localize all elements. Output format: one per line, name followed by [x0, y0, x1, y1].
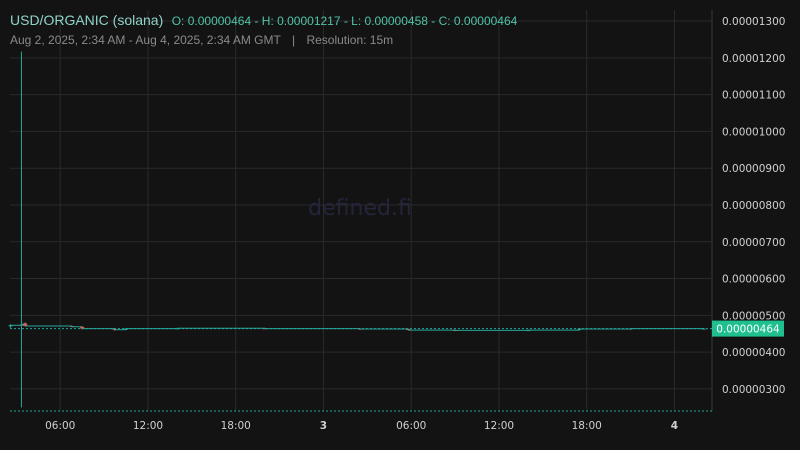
price-chart[interactable]: defined.fi 0.00001300 0.00001200 0.0000110… [0, 0, 800, 450]
resolution: Resolution: 15m [306, 33, 394, 47]
x-axis: 06:00 12:00 18:00 3 06:00 12:00 18:00 4 [45, 420, 678, 432]
last-price-label: 0.00000464 [716, 324, 780, 336]
date-range: Aug 2, 2025, 2:34 AM - Aug 4, 2025, 2:34… [10, 33, 281, 47]
chart-subheader: Aug 2, 2025, 2:34 AM - Aug 4, 2025, 2:34… [10, 33, 393, 47]
watermark: defined.fi [308, 196, 412, 221]
candles [8, 51, 706, 408]
x-tick-label: 4 [671, 420, 678, 432]
x-tick-label: 18:00 [572, 420, 602, 432]
x-tick-label: 06:00 [396, 420, 426, 432]
y-axis: 0.00001300 0.00001200 0.00001100 0.00001000… [722, 16, 785, 396]
x-tick-label: 18:00 [221, 420, 251, 432]
y-tick-label: 0.00000400 [722, 347, 785, 359]
x-tick-label: 12:00 [133, 420, 163, 432]
y-tick-label: 0.00000500 [722, 310, 785, 322]
y-tick-label: 0.00000600 [722, 274, 785, 286]
y-tick-label: 0.00001100 [722, 90, 785, 102]
separator: | [291, 33, 296, 47]
y-tick-label: 0.00001000 [722, 126, 785, 138]
ohlc-readout: O: 0.00000464 - H: 0.00001217 - L: 0.000… [171, 14, 518, 28]
x-tick-label: 06:00 [45, 420, 75, 432]
chart-header: USD/ORGANIC (solana) O: 0.00000464 - H: … [10, 12, 517, 30]
y-tick-label: 0.00000800 [722, 200, 785, 212]
x-tick-label: 3 [320, 420, 327, 432]
y-tick-label: 0.00000700 [722, 237, 785, 249]
y-tick-label: 0.00000900 [722, 163, 785, 175]
y-tick-label: 0.00001300 [722, 16, 785, 28]
y-tick-label: 0.00001200 [722, 53, 785, 65]
x-tick-label: 12:00 [484, 420, 514, 432]
y-tick-label: 0.00000300 [722, 384, 785, 396]
pair-title: USD/ORGANIC (solana) [10, 12, 164, 28]
